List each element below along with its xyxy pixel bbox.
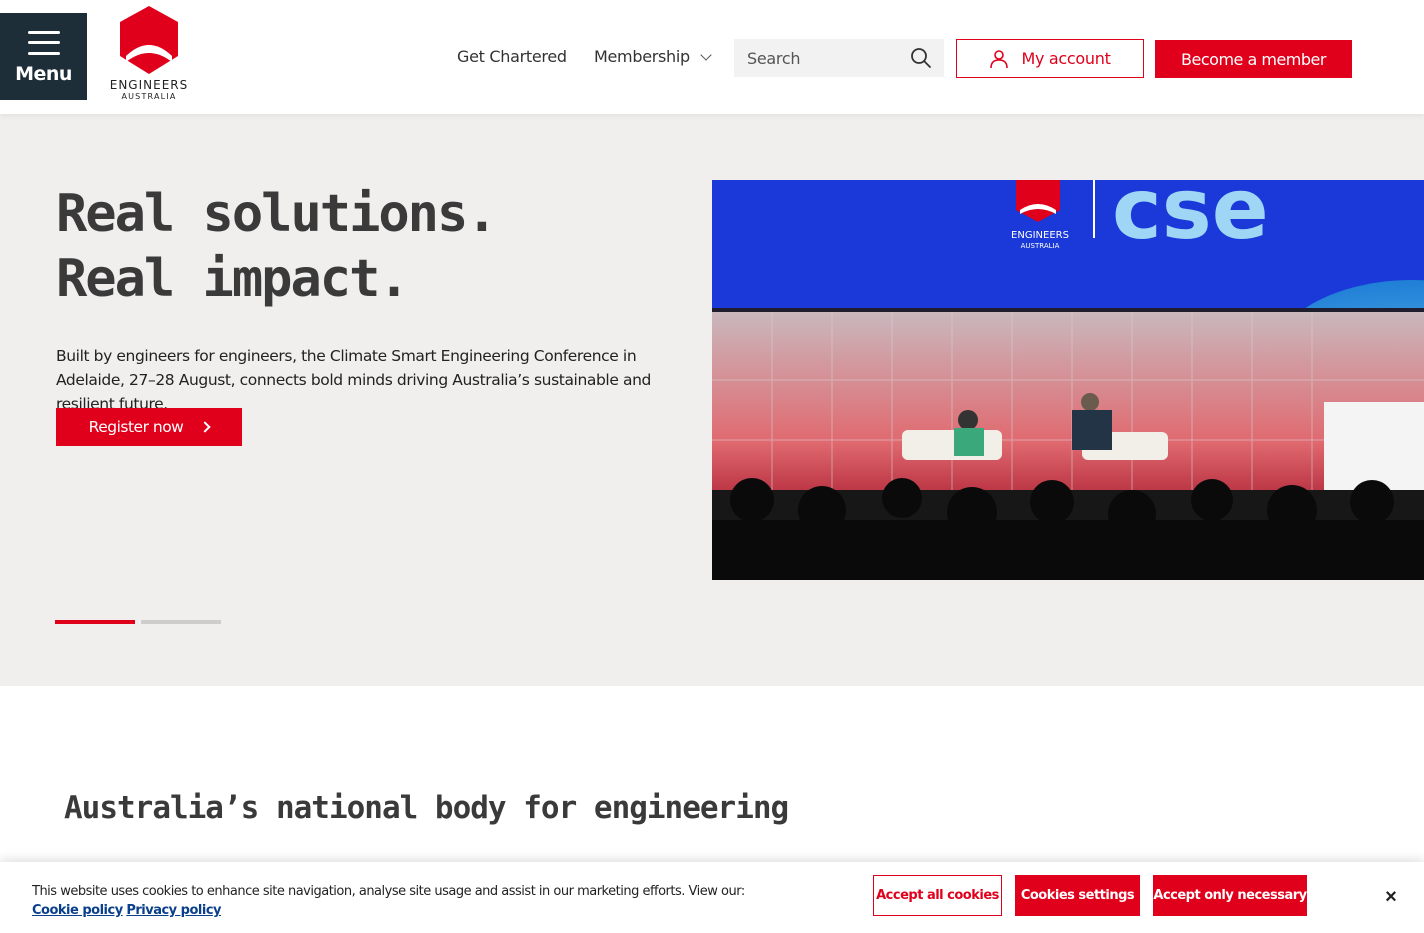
nav-membership[interactable]: Membership — [594, 47, 712, 66]
carousel-dot-1[interactable] — [55, 620, 135, 624]
logo-text-engineers: ENGINEERS — [109, 78, 189, 92]
cookie-text-block: This website uses cookies to enhance sit… — [32, 882, 752, 920]
my-account-label: My account — [1021, 49, 1111, 68]
hero-conference-image: ENGINEERS AUSTRALIA cse — [712, 180, 1424, 580]
chevron-down-icon — [700, 48, 712, 61]
register-now-button[interactable]: Register now — [56, 408, 242, 446]
my-account-button[interactable]: My account — [956, 39, 1144, 78]
search-input[interactable] — [734, 48, 904, 68]
accept-necessary-button[interactable]: Accept only necessary — [1153, 875, 1307, 916]
carousel-dot-2[interactable] — [141, 620, 221, 624]
nav-get-chartered[interactable]: Get Chartered — [457, 47, 567, 66]
privacy-policy-link[interactable]: Privacy policy — [126, 903, 221, 918]
section-title: Australia’s national body for engineerin… — [64, 790, 789, 826]
logo-shield-icon — [120, 6, 178, 74]
hero-carousel: Real solutions. Real impact. Built by en… — [0, 114, 1424, 686]
become-member-button[interactable]: Become a member — [1155, 40, 1352, 78]
chevron-right-icon — [199, 421, 212, 433]
search-box — [734, 39, 944, 77]
logo-text-australia: AUSTRALIA — [121, 92, 177, 101]
menu-label: Menu — [15, 62, 72, 85]
banner-logo-line1: ENGINEERS — [1011, 230, 1069, 241]
hero-title: Real solutions. Real impact. — [56, 184, 498, 309]
site-header: Menu ENGINEERS AUSTRALIA Get Chartered M… — [0, 0, 1424, 114]
carousel-indicators — [55, 620, 221, 624]
banner-cse-text: cse — [1112, 180, 1269, 258]
accept-all-cookies-button[interactable]: Accept all cookies — [873, 875, 1002, 916]
banner-logo-line2: AUSTRALIA — [1021, 242, 1060, 250]
cookie-message: This website uses cookies to enhance sit… — [32, 884, 745, 899]
cookies-settings-button[interactable]: Cookies settings — [1015, 875, 1140, 916]
hero-description: Built by engineers for engineers, the Cl… — [56, 347, 651, 413]
cookie-banner: This website uses cookies to enhance sit… — [0, 862, 1424, 933]
engineers-australia-logo[interactable]: ENGINEERS AUSTRALIA — [108, 6, 190, 104]
close-icon[interactable]: × — [1381, 887, 1401, 907]
hamburger-icon — [27, 30, 60, 55]
menu-button[interactable]: Menu — [0, 13, 87, 100]
search-icon[interactable] — [910, 47, 932, 69]
user-icon — [990, 49, 1009, 68]
register-now-label: Register now — [88, 418, 184, 436]
cookie-policy-link[interactable]: Cookie policy — [32, 903, 123, 918]
nav-membership-label: Membership — [594, 47, 690, 66]
